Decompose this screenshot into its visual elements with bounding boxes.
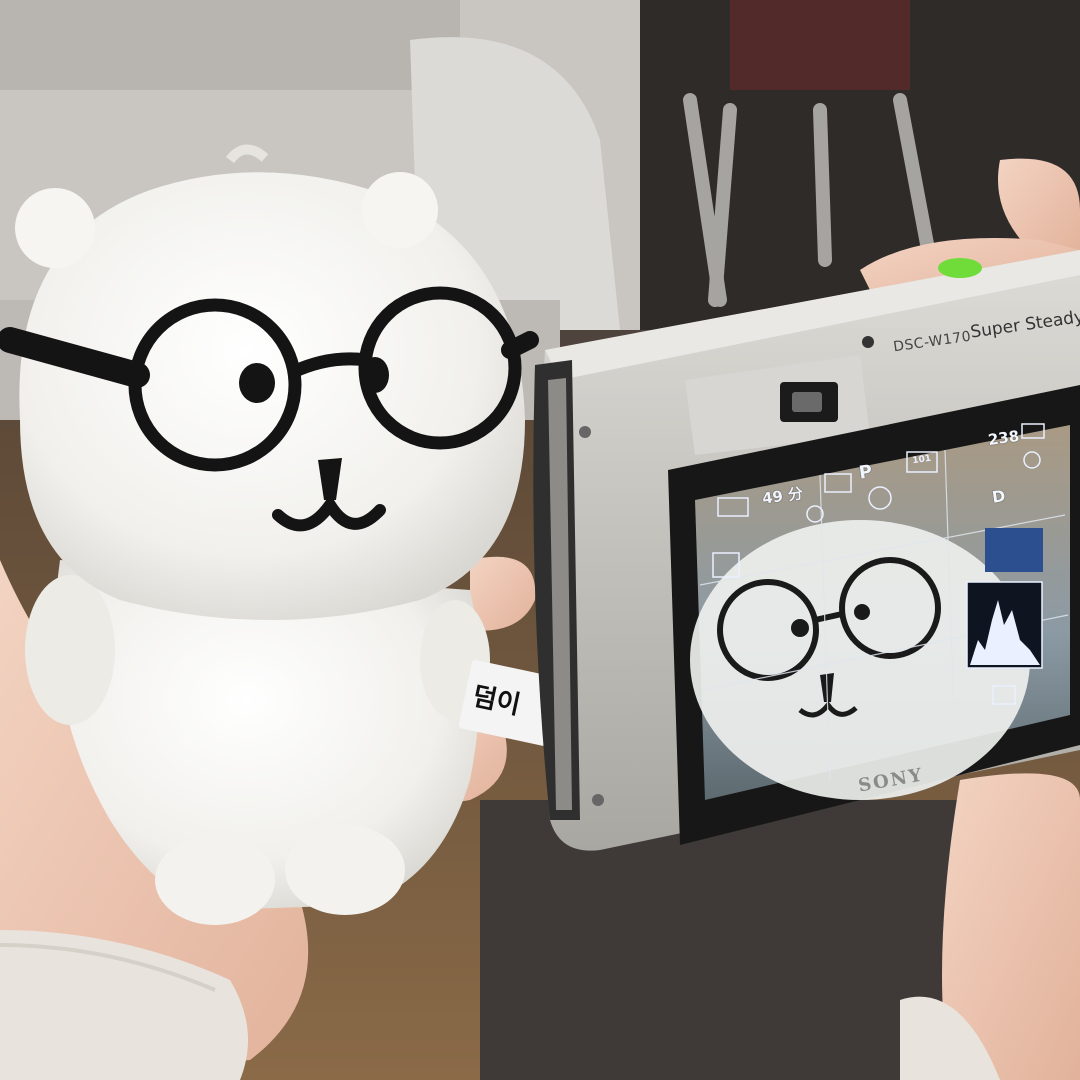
flash-mode-icon bbox=[1030, 458, 1031, 459]
photo-artwork: 덤이 bbox=[0, 0, 1080, 1080]
battery-icon bbox=[722, 500, 723, 501]
histogram bbox=[968, 583, 1042, 668]
grid-overlay bbox=[700, 450, 701, 451]
photo-scene: 덤이 DSC-W170 Super SteadyS SONY 238 49 分 … bbox=[0, 0, 1080, 1080]
exposure-mode: P bbox=[857, 461, 874, 484]
steady-shot-icon bbox=[878, 495, 879, 496]
dro-icon: D bbox=[990, 486, 1007, 507]
camera-body bbox=[533, 250, 1080, 851]
image-size-icon bbox=[828, 476, 829, 477]
focus-mode-icon bbox=[715, 556, 716, 557]
